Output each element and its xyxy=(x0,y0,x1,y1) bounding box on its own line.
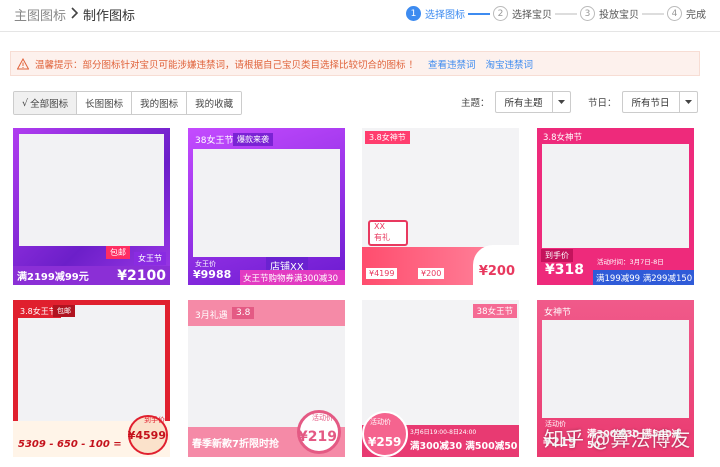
icon-category-tabs: √ 全部图标 长图图标 我的图标 我的收藏 xyxy=(13,91,243,115)
tab-label: 我的图标 xyxy=(140,99,179,110)
step-4: 4 完成 xyxy=(667,6,706,21)
step-label: 完成 xyxy=(686,10,706,21)
step-progress: 1 选择图标 2 选择宝贝 3 投放宝贝 4 完成 xyxy=(406,6,706,21)
step-2: 2 选择宝贝 xyxy=(493,6,552,21)
step-number: 4 xyxy=(667,6,682,21)
queen-day-tag: 女王节 xyxy=(134,252,166,265)
warning-notice: 温馨提示：部分图标针对宝贝可能涉嫌违禁词，请根据自己宝贝类目选择比较切合的图标 … xyxy=(10,51,700,76)
goddess-day-tag: 3.8女神节 xyxy=(543,133,583,143)
price-formula: 5309 - 650 - 100 = xyxy=(18,439,122,450)
price-label: ¥2100 xyxy=(117,268,166,284)
goddess-day-tag: 3.8女神节 xyxy=(365,131,410,144)
date-tag: 3.8 xyxy=(232,307,255,319)
theme-label: 主题： xyxy=(461,98,490,109)
step-number: 3 xyxy=(580,6,595,21)
tab-my-icons[interactable]: 我的图标 xyxy=(132,92,188,114)
march-gift-tag: 3月礼遇 xyxy=(195,311,228,321)
tab-long-icons[interactable]: 长图图标 xyxy=(77,92,133,114)
icon-template-card[interactable]: 38女王节 活动价 ¥259 3月6日19:00-8日24:00 满300减30… xyxy=(362,300,519,457)
icon-template-card[interactable]: 3.8女神节 到手价 活动时间：3月7日-8日 ¥318 满199减99 满29… xyxy=(537,128,694,285)
final-price-tag: 到手价 xyxy=(541,249,573,262)
step-connector xyxy=(468,12,490,15)
icon-template-card[interactable]: 3.8女王节 包邮 5309 - 650 - 100 = 到手价 ¥4599 xyxy=(13,300,170,457)
price-label: ¥9988 xyxy=(193,268,232,281)
chevron-right-icon xyxy=(70,6,79,23)
step-connector xyxy=(555,12,577,15)
check-icon: √ xyxy=(22,97,29,109)
holiday-select[interactable]: 所有节日 xyxy=(621,91,698,113)
step-3: 3 投放宝贝 xyxy=(580,6,639,21)
taobao-banned-words-link[interactable]: 淘宝违禁词 xyxy=(486,57,534,71)
activity-time-tag: 3月6日19:00-8日24:00 xyxy=(410,429,477,436)
queen-day-tag: 38女王节 xyxy=(472,304,517,318)
tab-label: 全部图标 xyxy=(30,99,69,110)
breadcrumb-current: 制作图标 xyxy=(83,9,136,24)
icon-template-card[interactable]: 3月礼遇 3.8 春季新款7折限时抢 活动价 ¥219 xyxy=(188,300,345,457)
price-label: ¥4599 xyxy=(127,429,166,442)
promo-banner: 满300减30 满500减50 xyxy=(410,441,518,452)
step-connector xyxy=(642,12,664,15)
goddess-day-tag: 女神节 xyxy=(544,308,572,318)
free-shipping-tag: 包邮 xyxy=(53,305,75,317)
queen-day-tag: 38女王节 xyxy=(195,136,234,146)
step-number: 2 xyxy=(493,6,508,21)
price-label: ¥318 xyxy=(545,262,584,278)
promo-banner: 女王节购物券满300减30 xyxy=(240,270,345,285)
icon-template-card[interactable]: 3.8女神节 XX 有礼 ¥4199 ¥200 ¥200 xyxy=(362,128,519,285)
price-label: ¥259 xyxy=(368,435,402,449)
caret-down-icon xyxy=(678,92,697,112)
step-label: 选择宝贝 xyxy=(512,10,552,21)
promo-banner: 满199减99 满299减150 xyxy=(593,270,694,285)
free-shipping-tag: 包邮 xyxy=(106,246,130,259)
holiday-select-value: 所有节日 xyxy=(631,98,670,109)
caret-down-icon xyxy=(551,92,570,112)
tab-label: 长图图标 xyxy=(85,99,124,110)
banned-words-link[interactable]: 查看违禁词 xyxy=(428,57,476,71)
theme-select[interactable]: 所有主题 xyxy=(494,91,571,113)
price-label: ¥219 xyxy=(298,429,337,445)
watermark: 知乎 @算法博友 xyxy=(544,427,691,451)
page-header: 主图图标 制作图标 1 选择图标 2 选择宝贝 3 投放宝贝 4 完成 xyxy=(0,0,720,32)
icon-template-card[interactable]: 包邮 女王节 满2199减99元 ¥2100 xyxy=(13,128,170,285)
step-label: 选择图标 xyxy=(425,10,465,21)
breadcrumb: 主图图标 制作图标 xyxy=(14,5,135,24)
tab-all-icons[interactable]: √ 全部图标 xyxy=(14,92,78,114)
step-number: 1 xyxy=(406,6,421,21)
breadcrumb-parent[interactable]: 主图图标 xyxy=(14,5,66,24)
holiday-label: 节日： xyxy=(588,98,617,109)
price-label: ¥200 xyxy=(478,264,515,279)
icon-template-card[interactable]: 38女王节 爆款来袭 店铺XX 女王价 ¥9988 女王节购物券满300减30 xyxy=(188,128,345,285)
warning-text: 温馨提示：部分图标针对宝贝可能涉嫌违禁词，请根据自己宝贝类目选择比较切合的图标 … xyxy=(35,59,419,71)
theme-select-value: 所有主题 xyxy=(504,98,543,109)
step-1: 1 选择图标 xyxy=(406,6,465,21)
hot-sale-tag: 爆款来袭 xyxy=(233,133,273,146)
activity-time-tag: 活动时间：3月7日-8日 xyxy=(597,258,664,266)
tab-label: 我的收藏 xyxy=(195,99,234,110)
step-label: 投放宝贝 xyxy=(599,10,639,21)
warning-icon xyxy=(16,57,30,70)
tab-my-favorites[interactable]: 我的收藏 xyxy=(187,92,242,114)
holiday-filter: 节日： 所有节日 xyxy=(588,91,698,113)
theme-filter: 主题： 所有主题 xyxy=(461,91,571,113)
